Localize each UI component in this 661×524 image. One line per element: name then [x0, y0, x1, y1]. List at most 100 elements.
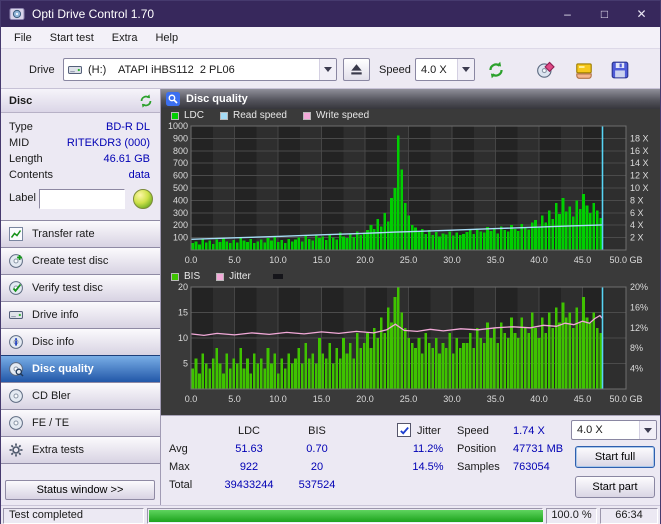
minimize-button[interactable]: –	[549, 1, 586, 27]
label-input[interactable]	[39, 189, 125, 209]
disc-plus-icon	[8, 253, 24, 269]
svg-text:8 X: 8 X	[630, 195, 644, 205]
start-part-button[interactable]: Start part	[575, 476, 655, 498]
window-controls: – □ ✕	[549, 1, 660, 27]
svg-text:30.0: 30.0	[443, 255, 461, 265]
svg-text:16%: 16%	[630, 302, 648, 312]
jitter-checkbox[interactable]	[397, 423, 411, 437]
bis-legend-swatch	[171, 272, 179, 281]
progress-bar	[147, 508, 543, 524]
sidebar-item-label: Verify test disc	[32, 282, 103, 294]
disc-panel-title: Disc	[9, 94, 33, 107]
sidebar-item-disc-info[interactable]: Disc info	[1, 328, 160, 356]
info-row-contents: Contents data	[1, 167, 160, 183]
disc-icon	[8, 415, 24, 431]
save-button[interactable]	[607, 56, 633, 83]
row-label-avg: Avg	[169, 443, 188, 455]
info-value: RITEKDR3 (000)	[66, 137, 150, 149]
ldc-column-header: LDC	[237, 425, 260, 437]
svg-text:400: 400	[173, 195, 188, 205]
disc-icon	[8, 388, 24, 404]
label-search-badge[interactable]	[132, 188, 154, 210]
info-label: MID	[9, 137, 30, 149]
chevron-down-icon	[319, 59, 336, 80]
eject-button[interactable]	[343, 58, 370, 81]
write-speed-legend-swatch	[302, 111, 311, 120]
max-jitter-value: 14.5%	[412, 461, 444, 473]
magnifier-icon	[166, 92, 180, 106]
close-button[interactable]: ✕	[623, 1, 660, 27]
max-bis-value: 20	[310, 461, 324, 473]
sidebar-item-create-test-disc[interactable]: Create test disc	[1, 247, 160, 275]
menu-help[interactable]: Help	[146, 29, 187, 47]
sidebar-item-verify-test-disc[interactable]: Verify test disc	[1, 274, 160, 302]
drive-value: (H:) ATAPI iHBS112 2 PL06	[88, 63, 235, 76]
info-row-length: Length 46.61 GB	[1, 151, 160, 167]
info-value: BD-R DL	[105, 121, 150, 133]
speed-select-bottom[interactable]: 4.0 X	[571, 420, 657, 440]
speed-select-value: 4.0 X	[577, 424, 603, 436]
svg-text:12 X: 12 X	[630, 171, 649, 181]
row-label-max: Max	[169, 461, 190, 473]
chevron-down-icon	[457, 59, 474, 80]
menu-file[interactable]: File	[5, 29, 41, 47]
svg-text:20: 20	[178, 283, 188, 292]
svg-text:10.0: 10.0	[269, 394, 287, 404]
disc-info-list: Type BD-R DL MID RITEKDR3 (000) Length 46.6…	[1, 113, 160, 183]
sidebar: Disc Type BD-R DL MID RITEKDR3 (000) Lengt…	[1, 89, 161, 505]
disc-check-icon	[8, 280, 24, 296]
drive-icon	[8, 307, 24, 323]
svg-text:0.0: 0.0	[185, 394, 198, 404]
jitter-legend-swatch	[216, 272, 225, 281]
menu-extra[interactable]: Extra	[103, 29, 147, 47]
sidebar-item-disc-quality[interactable]: Disc quality	[1, 355, 160, 383]
row-label-total: Total	[169, 479, 193, 491]
status-text: Test completed	[9, 509, 83, 521]
ldc-legend-swatch	[171, 111, 179, 120]
label-row: Label	[1, 187, 160, 213]
speed-label: Speed	[379, 64, 411, 76]
menu-start-test[interactable]: Start test	[41, 29, 103, 47]
speed-stat-value: 1.74 X	[513, 425, 545, 437]
window-title: Opti Drive Control 1.70	[32, 7, 155, 21]
speed-select[interactable]: 4.0 X	[415, 58, 475, 81]
sidebar-item-label: Extra tests	[32, 444, 84, 456]
chart-icon	[8, 226, 24, 242]
maximize-button[interactable]: □	[586, 1, 623, 27]
panel-title: Disc quality	[186, 93, 248, 105]
rescan-disc-icon[interactable]	[138, 93, 154, 109]
sidebar-item-extra-tests[interactable]: Extra tests	[1, 436, 160, 464]
svg-text:50.0 GB: 50.0 GB	[609, 394, 642, 404]
svg-text:25.0: 25.0	[400, 394, 418, 404]
avg-ldc-value: 51.63	[235, 443, 263, 455]
drive-select[interactable]: (H:) ATAPI iHBS112 2 PL06	[63, 58, 337, 81]
svg-text:8%: 8%	[630, 343, 643, 353]
svg-text:800: 800	[173, 146, 188, 156]
sidebar-item-drive-info[interactable]: Drive info	[1, 301, 160, 329]
speed-stat-label: Speed	[457, 425, 489, 437]
speed-test-button[interactable]	[483, 56, 509, 83]
sidebar-item-fe-te[interactable]: FE / TE	[1, 409, 160, 437]
status-window-button[interactable]: Status window >>	[5, 480, 155, 500]
disc-panel-header: Disc	[1, 89, 160, 113]
info-value: 46.61 GB	[103, 153, 150, 165]
drive-label: Drive	[29, 64, 55, 76]
svg-text:50.0 GB: 50.0 GB	[609, 255, 642, 265]
info-row-type: Type BD-R DL	[1, 119, 160, 135]
avg-jitter-value: 11.2%	[412, 443, 444, 455]
start-full-button[interactable]: Start full	[575, 446, 655, 468]
svg-text:5: 5	[183, 359, 188, 369]
sidebar-item-transfer-rate[interactable]: Transfer rate	[1, 220, 160, 248]
disc-tool-button[interactable]	[533, 56, 559, 83]
progress-fill	[149, 510, 543, 522]
hand-card-button[interactable]	[571, 56, 597, 83]
toolbar: Drive (H:) ATAPI iHBS112 2 PL06 Speed 4.…	[1, 49, 660, 89]
svg-text:14 X: 14 X	[630, 158, 649, 168]
svg-text:700: 700	[173, 158, 188, 168]
info-value[interactable]: data	[129, 169, 150, 181]
sidebar-item-cd-bler[interactable]: CD Bler	[1, 382, 160, 410]
speed-value: 4.0 X	[421, 63, 447, 76]
info-label: Length	[9, 153, 43, 165]
svg-text:1000: 1000	[168, 122, 188, 131]
disc-info-icon	[8, 334, 24, 350]
